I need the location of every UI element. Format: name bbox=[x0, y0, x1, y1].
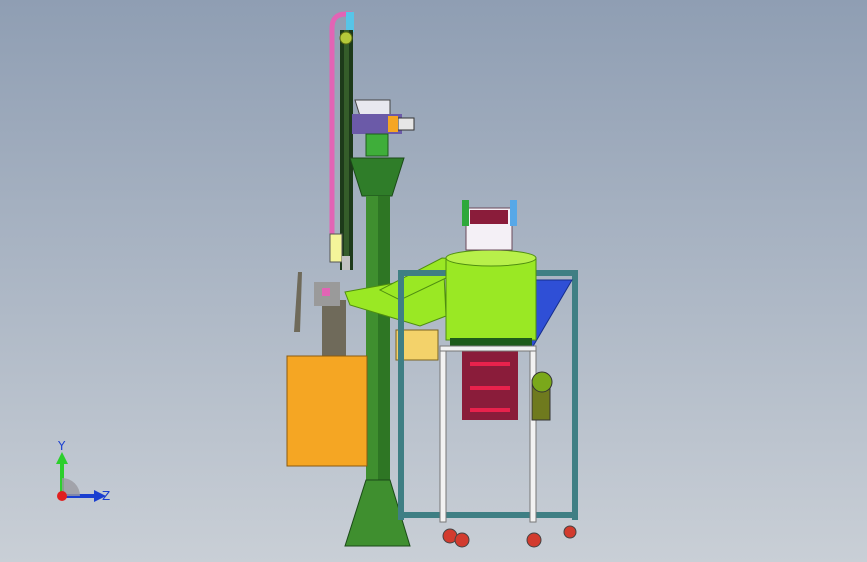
top-conveyor-green-post bbox=[462, 200, 469, 226]
cable-end-cap bbox=[346, 12, 354, 32]
station-guide-left bbox=[294, 272, 302, 332]
gripper-bracket bbox=[354, 99, 391, 117]
caster-wheel-4 bbox=[563, 525, 577, 539]
lower-conveyor-stripe-2 bbox=[470, 386, 510, 390]
stand-top bbox=[439, 345, 537, 352]
station-post bbox=[322, 300, 346, 360]
frame-left-leg bbox=[398, 272, 404, 520]
x-axis-dot bbox=[57, 491, 67, 501]
stand-right bbox=[529, 345, 537, 523]
orange-box bbox=[286, 355, 368, 467]
frame-bottom-rail bbox=[398, 512, 578, 518]
coordinate-triad: Y Z bbox=[56, 439, 110, 503]
column-top-funnel bbox=[349, 157, 405, 197]
y-axis-arrow bbox=[56, 452, 68, 464]
caster-wheel-3 bbox=[526, 532, 542, 548]
lower-gripper-clamp bbox=[342, 256, 350, 270]
lower-gripper-plate bbox=[329, 233, 343, 263]
lower-conveyor-stripe-1 bbox=[470, 362, 510, 366]
rail-pulley bbox=[339, 31, 353, 45]
main-column-shade bbox=[378, 196, 390, 506]
assembly-model[interactable] bbox=[0, 0, 867, 562]
stand-left bbox=[439, 345, 447, 523]
top-conveyor-blue-post bbox=[510, 200, 517, 226]
bowl-feeder-top bbox=[445, 249, 537, 267]
gripper-orange-plate bbox=[388, 116, 398, 132]
3d-viewport[interactable]: Y Z bbox=[0, 0, 867, 562]
lower-conveyor-stripe-3 bbox=[470, 408, 510, 412]
bowl-feeder-body bbox=[445, 257, 537, 341]
drive-motor-cap bbox=[531, 371, 553, 393]
bowl-feeder-base bbox=[450, 338, 532, 346]
gripper-motor bbox=[397, 117, 415, 131]
frame-right-leg bbox=[572, 272, 578, 520]
gripper-green-block bbox=[365, 133, 389, 157]
y-axis-label: Y bbox=[57, 439, 66, 453]
lift-rail-inner bbox=[344, 30, 349, 270]
caster-wheel-2 bbox=[454, 532, 470, 548]
z-axis-label: Z bbox=[102, 489, 110, 503]
top-conveyor-belt bbox=[470, 210, 508, 224]
station-pink-node bbox=[322, 288, 330, 296]
